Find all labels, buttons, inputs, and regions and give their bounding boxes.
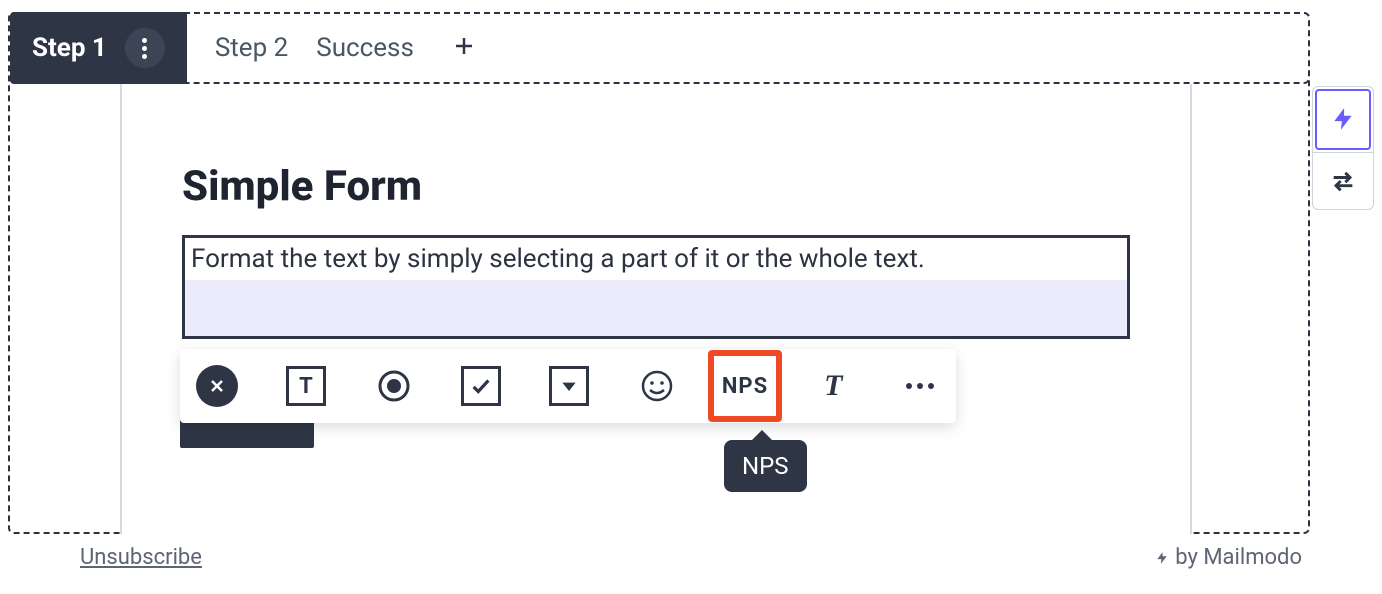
close-toolbar-button[interactable]	[196, 363, 238, 409]
radio-icon	[377, 369, 411, 403]
close-icon	[196, 365, 238, 407]
insert-radio-button[interactable]	[374, 363, 413, 409]
text-block-padding	[185, 280, 1127, 336]
smiley-icon	[640, 369, 674, 403]
text-input-icon: T	[286, 366, 326, 406]
lightning-icon	[1330, 106, 1356, 132]
steps-tab-bar: Step 1 Step 2 Success	[8, 12, 1310, 84]
lightning-small-icon	[1155, 551, 1169, 565]
tab-success[interactable]: Success	[316, 33, 414, 63]
side-panel-swap-button[interactable]	[1313, 152, 1373, 210]
side-panel-action-button[interactable]	[1315, 89, 1371, 150]
swap-icon	[1329, 167, 1357, 195]
insert-nps-button[interactable]: NPS	[708, 350, 781, 422]
form-content-panel: Simple Form Format the text by simply se…	[120, 84, 1192, 534]
text-format-icon: T	[824, 369, 842, 403]
unsubscribe-link[interactable]: Unsubscribe	[80, 545, 202, 570]
insert-emoji-button[interactable]	[637, 363, 676, 409]
credit-text: by Mailmodo	[1175, 545, 1302, 570]
tab-step-1-menu-button[interactable]	[125, 28, 165, 68]
more-icon	[906, 383, 934, 389]
tab-step-1-label: Step 1	[32, 33, 107, 63]
insert-dropdown-button[interactable]	[549, 363, 589, 409]
text-block-selected[interactable]: Format the text by simply selecting a pa…	[182, 235, 1130, 339]
tab-step-1[interactable]: Step 1	[10, 12, 187, 84]
text-format-button[interactable]: T	[814, 363, 853, 409]
insert-text-input-button[interactable]: T	[286, 363, 326, 409]
add-step-button[interactable]	[452, 31, 476, 66]
more-options-button[interactable]	[901, 363, 940, 409]
kebab-icon	[142, 38, 147, 59]
nps-tooltip: NPS	[724, 440, 807, 492]
insert-toolbar: T NPS T	[180, 349, 956, 423]
footer: Unsubscribe by Mailmodo	[80, 545, 1302, 570]
nps-icon-label: NPS	[722, 374, 768, 399]
insert-checkbox-button[interactable]	[461, 363, 501, 409]
tab-step-2[interactable]: Step 2	[215, 33, 288, 63]
checkbox-icon	[461, 366, 501, 406]
form-title[interactable]: Simple Form	[182, 162, 1130, 211]
dropdown-icon	[549, 366, 589, 406]
plus-icon	[452, 34, 476, 58]
side-panel	[1312, 86, 1374, 210]
credit: by Mailmodo	[1155, 545, 1302, 570]
text-block-content[interactable]: Format the text by simply selecting a pa…	[185, 238, 1127, 280]
